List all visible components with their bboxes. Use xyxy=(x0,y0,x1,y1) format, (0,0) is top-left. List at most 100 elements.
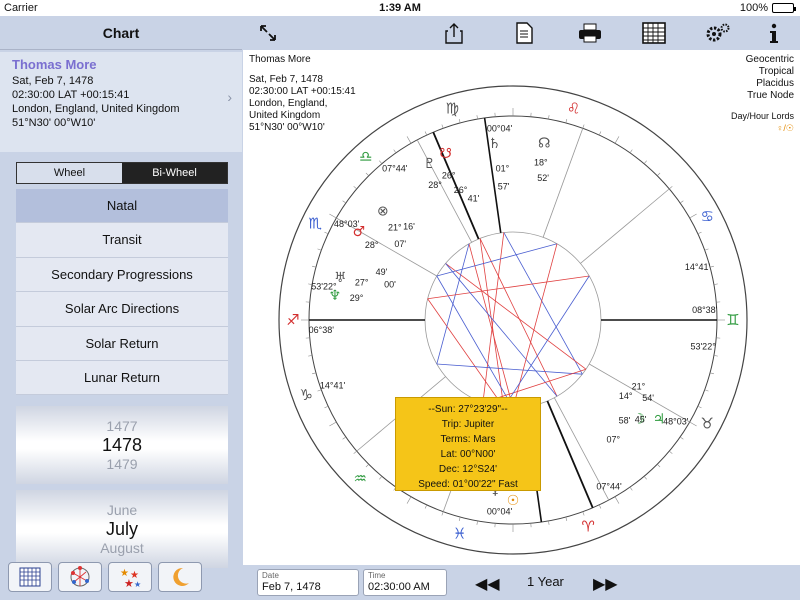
settings-button[interactable] xyxy=(705,20,731,46)
tooltip-dec: Dec: 12°S24' xyxy=(438,464,498,475)
month-next[interactable]: August xyxy=(16,540,228,556)
planet-degree-label: 41' xyxy=(468,193,480,203)
house-cusp-label: 00°04' xyxy=(487,123,513,133)
table-icon xyxy=(642,22,666,44)
step-back-button[interactable]: ◀◀ xyxy=(475,574,500,594)
house-cusp-label: 08°38' xyxy=(692,305,718,315)
zodiac-sign-glyph: ♎ xyxy=(359,148,372,166)
table-button[interactable] xyxy=(641,20,667,46)
planet-glyph: ♇ xyxy=(423,156,436,172)
zodiac-sign-glyph: ♐ xyxy=(286,311,299,329)
aspect-circle xyxy=(424,231,602,409)
planet-glyph: ☉ xyxy=(507,493,520,509)
zodiac-sign-glyph: ♓ xyxy=(453,524,466,542)
year-prev[interactable]: 1477 xyxy=(16,418,228,434)
segment-biwheel[interactable]: Bi-Wheel xyxy=(122,163,227,183)
planet-glyph: ☊ xyxy=(538,136,550,152)
profile-name: Thomas More xyxy=(12,57,97,72)
tooltip-terms: Terms: Mars xyxy=(440,434,496,445)
year-picker[interactable]: 1477 1478 1479 xyxy=(16,406,228,484)
menu-item-solar-return[interactable]: Solar Return xyxy=(16,326,228,361)
planet-glyph: ☋ xyxy=(439,146,451,162)
segment-wheel[interactable]: Wheel xyxy=(17,163,122,183)
chart-settings: Geocentric Tropical Placidus True Node xyxy=(746,54,794,102)
zodiac-sign-glyph: ♒ xyxy=(353,469,366,487)
date-field[interactable]: Date Feb 7, 1478 xyxy=(257,569,359,596)
battery-indicator: 100% xyxy=(740,2,796,14)
document-button[interactable] xyxy=(511,20,537,46)
month-picker[interactable]: June July August xyxy=(16,490,228,568)
moon-button[interactable] xyxy=(158,562,202,592)
chart-place-line1: London, England, xyxy=(249,98,328,109)
planet-tooltip: --Sun: 27°23'29"-- Trip: Jupiter Terms: … xyxy=(395,397,541,491)
grid-icon xyxy=(19,567,41,587)
grid-button[interactable] xyxy=(8,562,52,592)
planet-degree-label: 45' xyxy=(635,415,647,425)
planet-degree-label: 14° xyxy=(619,391,633,401)
lords-glyphs: ♀/☉ xyxy=(776,123,794,133)
share-button[interactable] xyxy=(441,20,467,46)
clock: 1:39 AM xyxy=(379,2,421,14)
planet-degree-label: 26° xyxy=(454,185,468,195)
planet-degree-label: 01° xyxy=(496,163,510,173)
chart-date: Sat, Feb 7, 1478 xyxy=(249,74,323,85)
house-cusp-label: 14°41' xyxy=(320,381,346,391)
zodiac-sign-glyph: ♋ xyxy=(701,208,714,226)
year-next[interactable]: 1479 xyxy=(16,456,228,472)
step-interval[interactable]: 1 Year xyxy=(527,574,564,589)
zodiac-sign-glyph: ♑ xyxy=(300,386,313,404)
setting-geocentric: Geocentric xyxy=(745,54,794,65)
planet-degree-label: 26° xyxy=(442,171,456,181)
planet-glyph: ⊗ xyxy=(377,204,389,220)
date-field-value: Feb 7, 1478 xyxy=(262,581,321,593)
expand-button[interactable] xyxy=(255,20,281,46)
planet-degree-label: 18° xyxy=(534,157,548,167)
menu-item-lunar-return[interactable]: Lunar Return xyxy=(16,360,228,396)
house-cusp-label: 53'22° xyxy=(690,342,716,352)
info-button[interactable] xyxy=(761,20,787,46)
svg-text:★: ★ xyxy=(134,580,141,588)
top-toolbar xyxy=(243,16,800,50)
house-cusp-label: 07°44' xyxy=(382,164,408,174)
stars-button[interactable]: ★ ★ ★ ★ xyxy=(108,562,152,592)
aspect-pattern-icon xyxy=(70,566,90,587)
house-cusp-label: 14°41' xyxy=(685,262,711,272)
svg-text:★: ★ xyxy=(124,578,134,588)
year-selected[interactable]: 1478 xyxy=(16,434,228,456)
chevron-right-icon: › xyxy=(227,89,232,105)
menu-item-transit[interactable]: Transit xyxy=(16,223,228,258)
time-field[interactable]: Time 02:30:00 AM xyxy=(363,569,447,596)
chart-info-left: Thomas More Sat, Feb 7, 1478 02:30:00 LA… xyxy=(249,54,356,134)
planet-glyph: ♆ xyxy=(328,288,341,304)
planet-degree-label: 07° xyxy=(606,435,620,445)
tool-buttons: ★ ★ ★ ★ xyxy=(8,562,236,592)
profile-card[interactable]: Thomas More Sat, Feb 7, 1478 02:30:00 LA… xyxy=(0,52,242,152)
print-icon xyxy=(579,23,601,43)
chart-type-menu: Natal Transit Secondary Progressions Sol… xyxy=(16,189,228,396)
chart-coords: 51°N30' 00°W10' xyxy=(249,122,325,133)
moon-icon xyxy=(173,567,189,586)
aspect-pattern-button[interactable] xyxy=(58,562,102,592)
profile-date: Sat, Feb 7, 1478 xyxy=(12,75,94,87)
date-field-label: Date xyxy=(262,571,279,580)
menu-item-solar-arc-directions[interactable]: Solar Arc Directions xyxy=(16,292,228,327)
house-cusp-label: 06°38' xyxy=(309,325,335,335)
chart-canvas[interactable]: ♍ ♌ ♋ ♊ ♉ ♈ ♓ ♒ ♑ ♐ ♏ ♎ 00°04' 07°44' 48°03' 53'22° 06°3… xyxy=(243,50,800,565)
print-button[interactable] xyxy=(577,20,603,46)
info-icon xyxy=(770,23,778,43)
planet-degree-label: 58' xyxy=(619,415,631,425)
planet-glyph: ♄ xyxy=(488,136,501,152)
house-cusp-label: 07°44' xyxy=(596,481,622,491)
tooltip-title: --Sun: 27°23'29"-- xyxy=(428,404,508,415)
menu-item-secondary-progressions[interactable]: Secondary Progressions xyxy=(16,257,228,293)
setting-true-node: True Node xyxy=(747,90,794,101)
zodiac-sign-glyph: ♈ xyxy=(582,518,595,536)
planet-degree-label: 29° xyxy=(350,293,364,303)
month-selected[interactable]: July xyxy=(16,518,228,540)
settings-icon xyxy=(706,23,730,42)
menu-item-natal[interactable]: Natal xyxy=(16,189,228,224)
month-prev[interactable]: June xyxy=(16,502,228,518)
planet-glyph: ♂ xyxy=(353,224,366,240)
zodiac-sign-glyph: ♏ xyxy=(309,215,323,233)
step-forward-button[interactable]: ▶▶ xyxy=(593,574,618,594)
